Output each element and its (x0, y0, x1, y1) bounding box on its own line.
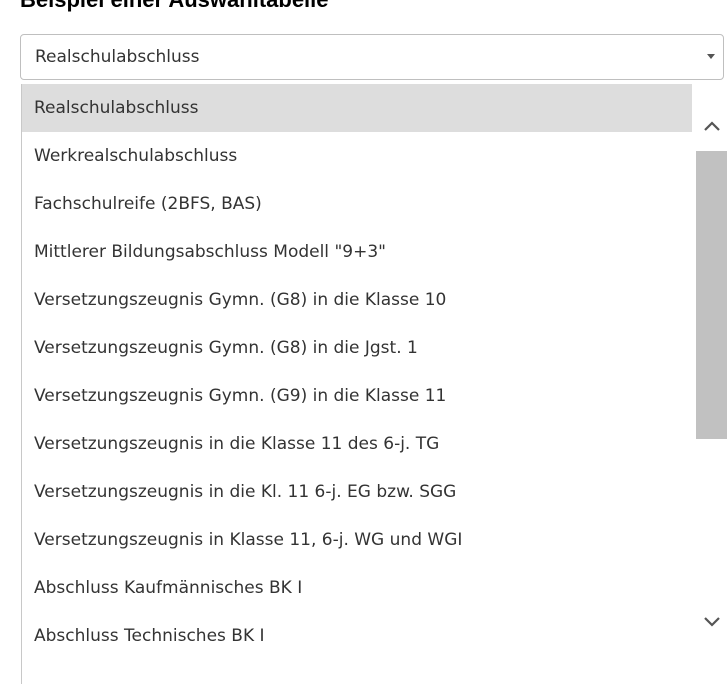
page-title: Beispiel einer Auswahltabelle (20, 0, 329, 13)
abschluss-select[interactable]: Realschulabschluss (20, 34, 724, 80)
option-gymn-g8-klasse-10[interactable]: Versetzungszeugnis Gymn. (G8) in die Kla… (22, 276, 692, 324)
option-kaufmaennisches-bk-1[interactable]: Abschluss Kaufmännisches BK I (22, 564, 692, 612)
scroll-down-button[interactable] (696, 602, 727, 646)
chevron-up-icon (704, 121, 720, 131)
option-realschulabschluss[interactable]: Realschulabschluss (22, 84, 692, 132)
option-gymn-g9-klasse-11[interactable]: Versetzungszeugnis Gymn. (G9) in die Kla… (22, 372, 692, 420)
option-mittlerer-bildungsabschluss[interactable]: Mittlerer Bildungsabschluss Modell "9+3" (22, 228, 692, 276)
caret-down-icon (707, 54, 715, 59)
option-list: Realschulabschluss Werkrealschulabschlus… (22, 84, 692, 660)
option-klasse-11-6j-wg-wgi[interactable]: Versetzungszeugnis in Klasse 11, 6-j. WG… (22, 516, 692, 564)
select-value: Realschulabschluss (35, 47, 200, 67)
option-klasse-11-6j-tg[interactable]: Versetzungszeugnis in die Klasse 11 des … (22, 420, 692, 468)
chevron-down-icon (704, 617, 720, 627)
scrollbar[interactable] (696, 84, 727, 684)
option-gymn-g8-jgst-1[interactable]: Versetzungszeugnis Gymn. (G8) in die Jgs… (22, 324, 692, 372)
option-werkrealschulabschluss[interactable]: Werkrealschulabschluss (22, 132, 692, 180)
option-kl-11-6j-eg-sgg[interactable]: Versetzungszeugnis in die Kl. 11 6-j. EG… (22, 468, 692, 516)
option-fachschulreife[interactable]: Fachschulreife (2BFS, BAS) (22, 180, 692, 228)
scrollbar-thumb[interactable] (696, 151, 727, 439)
option-technisches-bk-1[interactable]: Abschluss Technisches BK I (22, 612, 692, 660)
scroll-up-button[interactable] (696, 106, 727, 150)
dropdown-list: Realschulabschluss Werkrealschulabschlus… (21, 84, 727, 684)
